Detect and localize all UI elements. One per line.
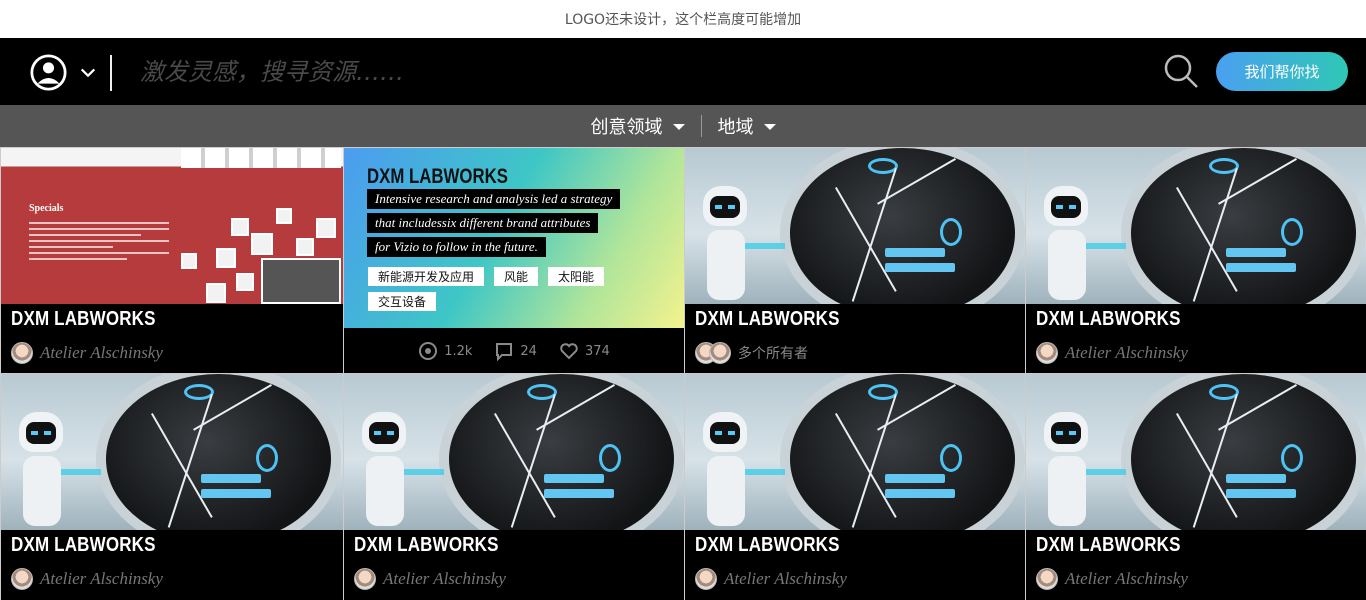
project-thumbnail (685, 148, 1025, 304)
search-input[interactable] (140, 52, 1000, 92)
user-avatar-icon (30, 54, 67, 91)
project-grid: Specials DXM LABWORKS Atelier Alschinsky… (0, 147, 1366, 600)
project-thumbnail (1026, 148, 1366, 304)
chevron-down-icon (80, 68, 96, 77)
filter-creative-field[interactable]: 创意领域 (575, 113, 701, 139)
tag[interactable]: 风能 (494, 267, 539, 286)
project-title: DXM LABWORKS (695, 534, 840, 556)
project-card[interactable]: DXM LABWORKS Atelier Alschinsky (1025, 373, 1366, 600)
project-owner[interactable]: Atelier Alschinsky (11, 342, 163, 364)
project-thumbnail: Specials (1, 148, 343, 304)
likes-stat: 374 (559, 341, 610, 361)
caret-down-icon (763, 124, 776, 130)
comments-count: 24 (520, 343, 537, 359)
description-line: Intensive research and analysis led a st… (367, 189, 621, 209)
views-stat: 1.2k (418, 341, 472, 361)
owner-name: Atelier Alschinsky (1065, 569, 1188, 588)
owner-name: Atelier Alschinsky (1065, 343, 1188, 362)
project-card[interactable]: Specials DXM LABWORKS Atelier Alschinsky (0, 147, 343, 373)
heart-icon (560, 343, 578, 360)
featured-project-card[interactable]: DXM LABWORKS Intensive research and anal… (343, 147, 684, 373)
owner-avatar (354, 568, 376, 590)
help-find-button[interactable]: 我们帮你找 (1216, 52, 1348, 91)
logo-placeholder-text: LOGO还未设计，这个栏高度可能增加 (564, 12, 802, 28)
filter-region-label: 地域 (717, 117, 754, 138)
project-owner[interactable]: Atelier Alschinsky (11, 568, 163, 590)
project-owner[interactable]: 多个所有者 (695, 342, 808, 364)
filter-creative-field-label: 创意领域 (590, 117, 663, 138)
user-menu[interactable] (30, 54, 97, 91)
project-owner[interactable]: Atelier Alschinsky (695, 568, 847, 590)
project-title: DXM LABWORKS (695, 308, 840, 330)
project-owner[interactable]: Atelier Alschinsky (1036, 568, 1188, 590)
owner-name: Atelier Alschinsky (383, 569, 506, 588)
owner-avatar (1036, 342, 1058, 364)
description-line: that includessix different brand attribu… (367, 213, 599, 233)
project-title: DXM LABWORKS (367, 165, 508, 188)
tag[interactable]: 交互设备 (368, 292, 437, 311)
owner-name: 多个所有者 (738, 346, 808, 362)
owner-name: Atelier Alschinsky (724, 569, 847, 588)
project-title: DXM LABWORKS (1036, 308, 1181, 330)
project-thumbnail (1026, 374, 1366, 530)
description-line: for Vizio to follow in the future. (367, 237, 546, 257)
project-title: DXM LABWORKS (354, 534, 499, 556)
project-card[interactable]: DXM LABWORKS Atelier Alschinsky (0, 373, 343, 600)
caret-down-icon (672, 124, 685, 130)
tag[interactable]: 新能源开发及应用 (368, 267, 485, 286)
search-icon[interactable] (1163, 53, 1199, 89)
project-title: DXM LABWORKS (11, 534, 156, 556)
logo-placeholder-bar: LOGO还未设计，这个栏高度可能增加 (0, 0, 1366, 38)
project-card[interactable]: DXM LABWORKS Atelier Alschinsky (1025, 147, 1366, 373)
owner-avatar (1036, 568, 1058, 590)
project-card[interactable]: DXM LABWORKS Atelier Alschinsky (684, 373, 1025, 600)
project-thumbnail (1, 374, 343, 530)
eye-icon (419, 342, 438, 360)
search-header: 我们帮你找 (0, 38, 1366, 105)
project-owner[interactable]: Atelier Alschinsky (354, 568, 506, 590)
project-description: Intensive research and analysis led a st… (367, 188, 621, 260)
filter-region[interactable]: 地域 (702, 113, 792, 139)
owner-name: Atelier Alschinsky (40, 343, 163, 362)
project-title: DXM LABWORKS (11, 308, 156, 330)
owner-avatar (709, 342, 731, 364)
comment-icon (496, 343, 513, 361)
project-stats: 1.2k 24 374 (344, 328, 684, 373)
header-divider (110, 55, 112, 91)
project-card[interactable]: DXM LABWORKS 多个所有者 (684, 147, 1025, 373)
filter-bar: 创意领域 地域 (0, 105, 1366, 147)
likes-count: 374 (584, 343, 610, 359)
project-thumbnail (685, 374, 1025, 530)
owner-name: Atelier Alschinsky (40, 569, 163, 588)
owner-avatar (11, 342, 33, 364)
tag[interactable]: 太阳能 (548, 267, 605, 286)
project-title: DXM LABWORKS (1036, 534, 1181, 556)
comments-stat: 24 (494, 341, 537, 361)
views-count: 1.2k (444, 343, 473, 359)
owner-avatar (695, 568, 717, 590)
owner-avatar (11, 568, 33, 590)
tag-list: 新能源开发及应用 风能 太阳能 交互设备 (368, 267, 648, 311)
project-thumbnail (344, 374, 684, 530)
project-card[interactable]: DXM LABWORKS Atelier Alschinsky (343, 373, 684, 600)
project-owner[interactable]: Atelier Alschinsky (1036, 342, 1188, 364)
